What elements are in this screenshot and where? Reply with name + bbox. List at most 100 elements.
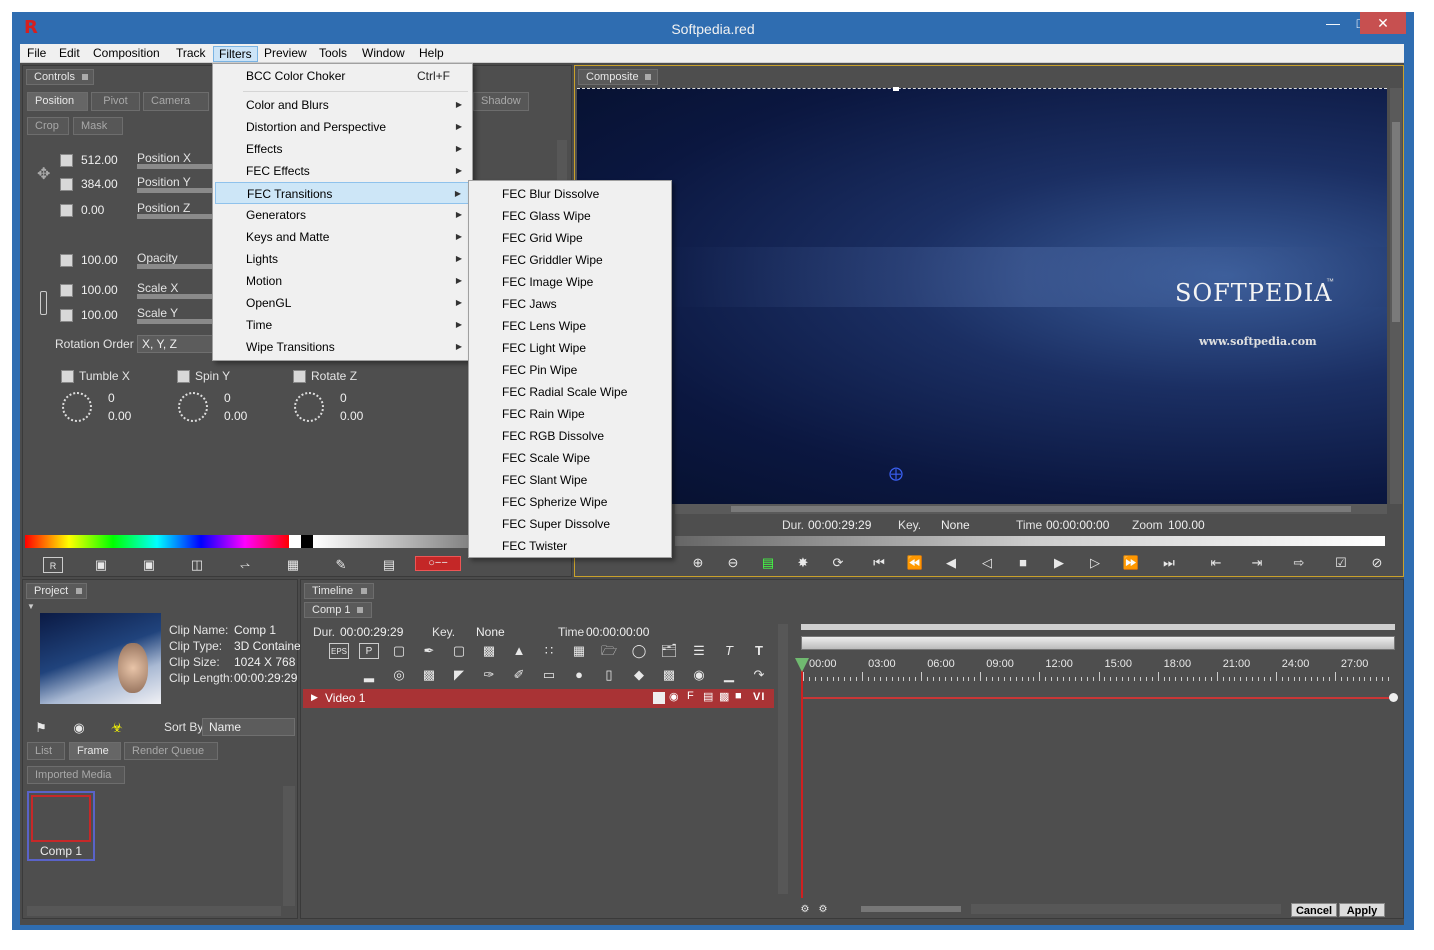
- rotate-z-degrees[interactable]: 0.00: [340, 409, 363, 423]
- edit-icon[interactable]: ✎: [331, 557, 351, 573]
- close-icon[interactable]: [645, 74, 651, 80]
- menu-item-bcc-color-choker[interactable]: BCC Color Choker Ctrl+F: [215, 65, 470, 87]
- grid-icon[interactable]: ▦: [569, 643, 589, 659]
- cylinder-icon[interactable]: ▯: [599, 667, 619, 683]
- step-forward-icon[interactable]: ▷: [1085, 555, 1105, 571]
- cube-icon[interactable]: ▭: [539, 667, 559, 683]
- frame-handle[interactable]: [893, 87, 899, 91]
- lock-icon[interactable]: ■: [735, 690, 742, 702]
- frame-icon[interactable]: ▣: [91, 557, 111, 573]
- close-icon[interactable]: [357, 607, 363, 613]
- clip-thumbnail[interactable]: [40, 613, 161, 704]
- brush-icon[interactable]: ✑: [479, 667, 499, 683]
- submenu-item-fec-scale-wipe[interactable]: FEC Scale Wipe: [471, 447, 669, 469]
- solid-icon[interactable]: ▢: [449, 643, 469, 659]
- zoom-in-icon[interactable]: ⊕: [688, 555, 708, 571]
- menu-item-lights[interactable]: Lights ▶: [215, 248, 470, 270]
- tab-position[interactable]: Position: [27, 92, 88, 111]
- pen-icon[interactable]: ✒: [419, 643, 439, 659]
- opacity-value[interactable]: 100.00: [81, 253, 118, 267]
- diamond-icon[interactable]: ◆: [629, 667, 649, 683]
- menu-item-generators[interactable]: Generators ▶: [215, 204, 470, 226]
- rotate-z-checkbox[interactable]: [293, 370, 306, 383]
- go-to-end-icon[interactable]: ⏭: [1159, 555, 1179, 571]
- rgb-channels-icon[interactable]: ▤: [758, 555, 778, 571]
- tab-shadow[interactable]: Shadow: [473, 92, 529, 111]
- safe-area-icon[interactable]: ✸: [793, 555, 813, 571]
- split-icon[interactable]: ◫: [187, 557, 207, 573]
- camera-icon[interactable]: ◯: [629, 643, 649, 659]
- menu-file[interactable]: File: [22, 46, 51, 62]
- spin-y-degrees[interactable]: 0.00: [224, 409, 247, 423]
- submenu-item-fec-image-wipe[interactable]: FEC Image Wipe: [471, 271, 669, 293]
- tab-render-queue[interactable]: Render Queue: [124, 742, 218, 760]
- menu-item-wipe-transitions[interactable]: Wipe Transitions ▶: [215, 336, 470, 358]
- composite-viewport[interactable]: SOFTPEDIA ™ www.softpedia.com ⨁: [577, 87, 1387, 504]
- position-y-slider[interactable]: [137, 188, 213, 193]
- eps-icon[interactable]: EPS: [329, 643, 349, 659]
- viewport-scrollbar-v[interactable]: [1390, 88, 1402, 504]
- position-x-checkbox[interactable]: [60, 154, 73, 167]
- tl-shield-icon[interactable]: ⚙: [813, 902, 833, 918]
- timeline-end-handle[interactable]: [1389, 693, 1398, 702]
- viewport-scrollbar-h[interactable]: [675, 504, 1387, 514]
- zoom-out-icon[interactable]: ⊖: [723, 555, 743, 571]
- submenu-item-fec-radial-scale-wipe[interactable]: FEC Radial Scale Wipe: [471, 381, 669, 403]
- spin-y-turns[interactable]: 0: [224, 391, 231, 405]
- sort-by-select[interactable]: Name: [202, 718, 295, 736]
- scroll-thumb[interactable]: [731, 506, 1351, 512]
- gradient-icon[interactable]: ▩: [479, 643, 499, 659]
- tumble-x-checkbox[interactable]: [61, 370, 74, 383]
- link-icon[interactable]: [40, 291, 47, 315]
- timeline-track-lane[interactable]: [801, 697, 1393, 699]
- set-out-icon[interactable]: ⇨: [1289, 555, 1309, 571]
- stop-icon[interactable]: ■: [1013, 555, 1033, 571]
- spin-y-dial[interactable]: [178, 392, 208, 422]
- black-swatch[interactable]: [301, 535, 313, 548]
- position-z-checkbox[interactable]: [60, 204, 73, 217]
- tab-imported-media[interactable]: Imported Media: [27, 766, 125, 784]
- particles-icon[interactable]: ∷: [539, 643, 559, 659]
- light-icon[interactable]: ▲: [509, 643, 529, 659]
- folder-open-icon[interactable]: 🗂: [659, 643, 679, 659]
- film-icon[interactable]: ▩: [419, 667, 439, 683]
- play-reverse-icon[interactable]: ◁: [977, 555, 997, 571]
- rotation-order-select[interactable]: X, Y, Z: [137, 335, 213, 353]
- scale-y-value[interactable]: 100.00: [81, 308, 118, 322]
- play-icon[interactable]: ▶: [1049, 555, 1069, 571]
- submenu-item-fec-jaws[interactable]: FEC Jaws: [471, 293, 669, 315]
- mute-icon[interactable]: ▩: [719, 690, 729, 703]
- screen-icon[interactable]: ▤: [379, 557, 399, 573]
- opacity-checkbox[interactable]: [60, 254, 73, 267]
- scale-x-slider[interactable]: [137, 294, 213, 299]
- menu-item-distortion-and-perspective[interactable]: Distortion and Perspective ▶: [215, 116, 470, 138]
- submenu-item-fec-twister[interactable]: FEC Twister: [471, 535, 669, 557]
- p-icon[interactable]: P: [359, 643, 379, 659]
- paint-icon[interactable]: ✐: [509, 667, 529, 683]
- keyframe-box-icon[interactable]: ▦: [283, 557, 303, 573]
- menu-filters[interactable]: Filters: [213, 46, 258, 62]
- white-swatch[interactable]: [289, 535, 301, 548]
- eye-icon[interactable]: ◉: [69, 720, 89, 736]
- submenu-item-fec-grid-wipe[interactable]: FEC Grid Wipe: [471, 227, 669, 249]
- media-item[interactable]: Comp 1: [27, 791, 95, 861]
- position-y-value[interactable]: 384.00: [81, 177, 118, 191]
- menu-edit[interactable]: Edit: [54, 46, 85, 62]
- preview-scrub-bar[interactable]: [675, 536, 1385, 546]
- submenu-item-fec-blur-dissolve[interactable]: FEC Blur Dissolve: [471, 183, 669, 205]
- go-to-start-icon[interactable]: ⏮: [869, 555, 889, 571]
- rect-icon[interactable]: ▢: [389, 643, 409, 659]
- close-icon[interactable]: [361, 588, 367, 594]
- position-z-value[interactable]: 0.00: [81, 203, 104, 217]
- opacity-slider[interactable]: [137, 264, 213, 269]
- close-icon[interactable]: ✕: [1360, 12, 1406, 34]
- tab-crop[interactable]: Crop: [27, 117, 69, 135]
- export-icon[interactable]: ↷: [749, 667, 769, 683]
- sphere-icon[interactable]: ●: [569, 667, 589, 683]
- tumble-x-turns[interactable]: 0: [108, 391, 115, 405]
- submenu-item-fec-super-dissolve[interactable]: FEC Super Dissolve: [471, 513, 669, 535]
- apply-button[interactable]: Apply: [1339, 903, 1385, 917]
- tl-horizontal-scroll[interactable]: [861, 906, 961, 912]
- menu-item-opengl[interactable]: OpenGL ▶: [215, 292, 470, 314]
- position-x-value[interactable]: 512.00: [81, 153, 118, 167]
